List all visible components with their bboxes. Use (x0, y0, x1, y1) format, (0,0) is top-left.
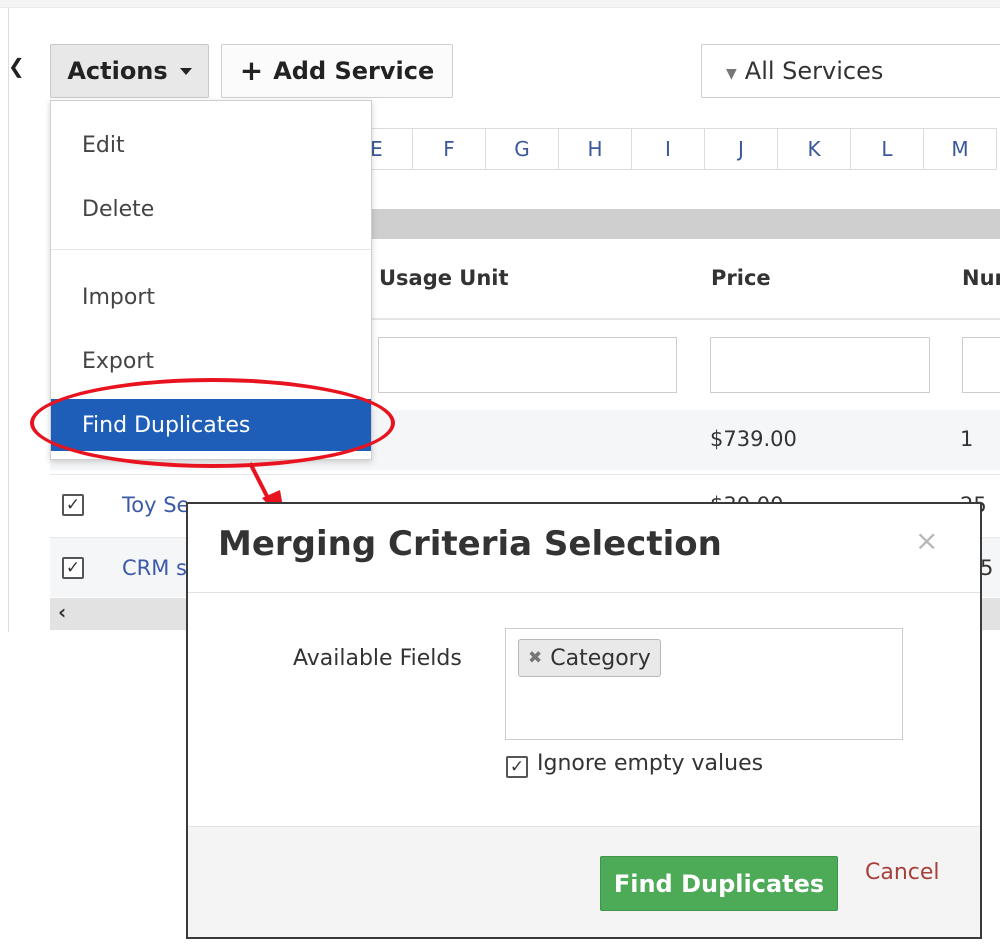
merging-criteria-dialog: Merging Criteria Selection × Available F… (186, 502, 982, 939)
app-root: ❮ Actions + Add Service ▼ All Services E… (0, 0, 1000, 949)
available-fields-select[interactable]: ✖ Category (505, 628, 903, 740)
dialog-footer (188, 826, 980, 937)
find-duplicates-button[interactable]: Find Duplicates (600, 856, 838, 911)
field-tag-category: ✖ Category (518, 639, 661, 677)
remove-tag-icon[interactable]: ✖ (528, 648, 542, 668)
ignore-empty-checkbox[interactable]: ✓ (506, 756, 528, 778)
ignore-empty-label[interactable]: Ignore empty values (537, 751, 763, 776)
close-icon[interactable]: × (915, 524, 938, 557)
dialog-title: Merging Criteria Selection (218, 524, 722, 564)
dialog-divider (188, 592, 980, 593)
available-fields-label: Available Fields (293, 646, 462, 671)
cancel-link[interactable]: Cancel (865, 860, 940, 885)
field-tag-label: Category (550, 645, 651, 671)
